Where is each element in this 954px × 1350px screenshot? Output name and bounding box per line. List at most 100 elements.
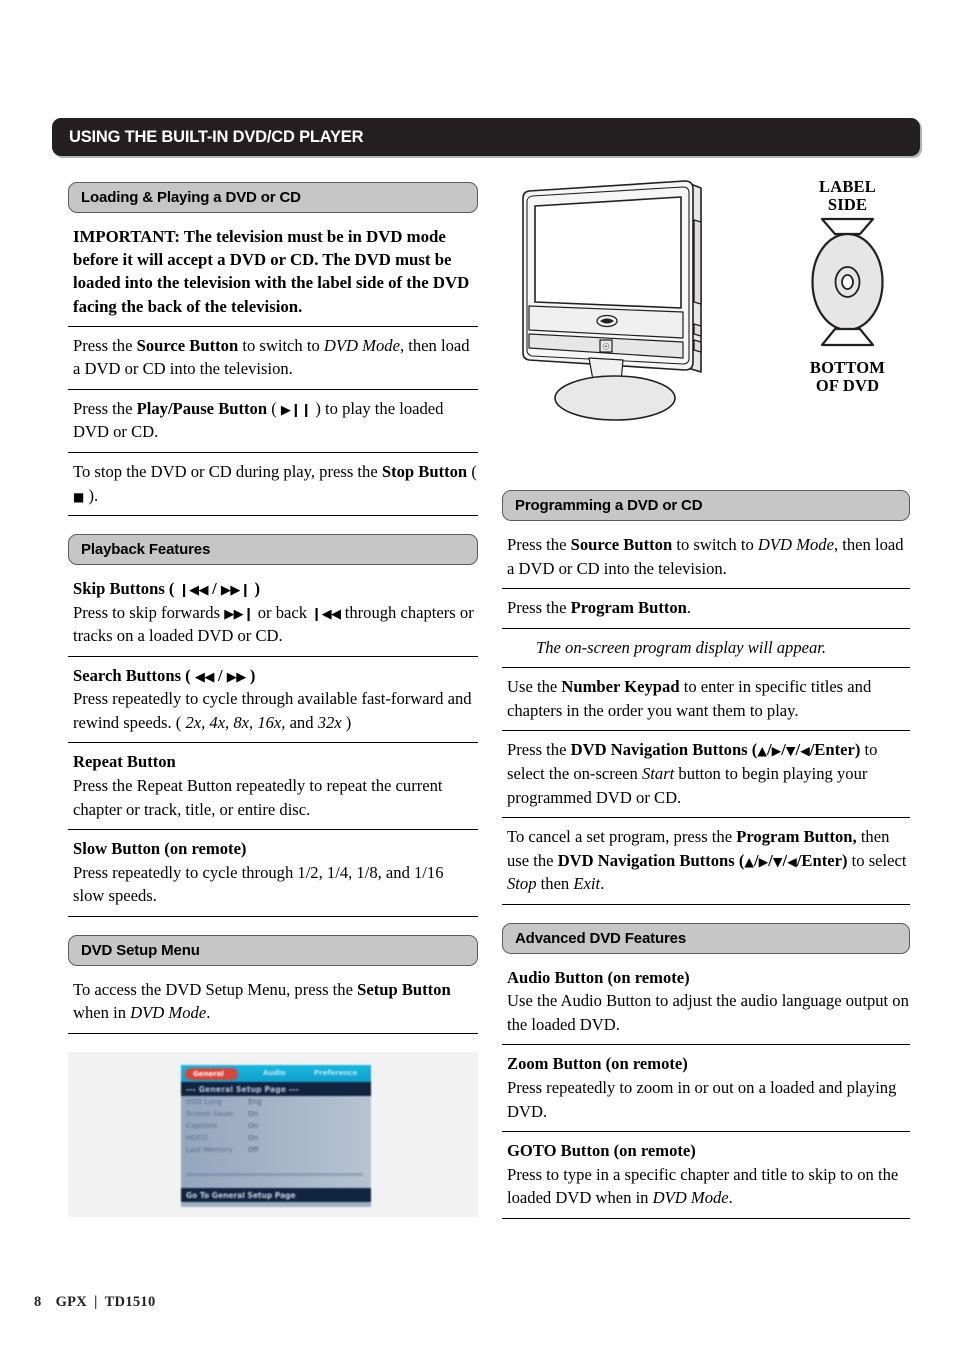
- subsection-title: Loading & Playing a DVD or CD: [81, 189, 301, 206]
- text-block-prog-nav: Press the DVD Navigation Buttons (▲/▶/▼/…: [502, 731, 910, 819]
- television-svg: ☉: [522, 180, 702, 421]
- programming-body: Press the Source Button to switch to DVD…: [502, 523, 910, 905]
- subsection-title: DVD Setup Menu: [81, 941, 200, 959]
- text-block-prog-keypad: Use the Number Keypad to enter in specif…: [502, 668, 910, 732]
- osd-row-label: Last Memory: [186, 1144, 233, 1154]
- text-block-prog-cancel: To cancel a set program, press the Progr…: [502, 818, 910, 905]
- dvd-orientation-diagram: LABEL SIDE BOTTOM OF DVD: [790, 177, 905, 408]
- text-block-stop: To stop the DVD or CD during play, press…: [68, 453, 478, 517]
- subsection-playback-features: Playback Features: [68, 534, 478, 566]
- text-block-body: To cancel a set program, press the Progr…: [507, 827, 907, 894]
- text-block-slow: Slow Button (on remote) Press repeatedly …: [68, 830, 478, 917]
- osd-menu-row[interactable]: Screen Saver On: [181, 1108, 371, 1120]
- text-block-body: Press to skip forwards ▶▶❙ or back ❙◀◀ t…: [73, 602, 474, 646]
- text-block-skip: Skip Buttons ( ❙◀◀ / ▶▶❙ ) Press to skip …: [68, 567, 478, 657]
- text-block-body: IMPORTANT: The television must be in DVD…: [73, 227, 470, 316]
- text-block-body: Press repeatedly to cycle through 1/2, 1…: [73, 862, 444, 906]
- text-block-body: Press the DVD Navigation Buttons (▲/▶/▼/…: [507, 740, 878, 807]
- dvd-label-side-caption: LABEL SIDE: [790, 177, 905, 215]
- left-column: Loading & Playing a DVD or CD IMPORTANT:…: [68, 182, 478, 1034]
- text-block-body: Press the Repeat Button repeatedly to re…: [73, 776, 443, 819]
- subsection-dvd-setup-menu: DVD Setup Menu: [68, 934, 478, 966]
- osd-screenshot: General Audio Preference --- General Set…: [181, 1065, 371, 1207]
- television-illustration: ☉: [505, 176, 795, 456]
- text-block-body: Use the Audio Button to adjust the audio…: [507, 991, 909, 1034]
- osd-tab-general[interactable]: General: [185, 1067, 238, 1080]
- osd-tab-bar: General Audio Preference: [181, 1065, 371, 1082]
- osd-page-title: --- General Setup Page ---: [181, 1082, 371, 1096]
- arrow-up-icon: [820, 327, 875, 347]
- advanced-features-body: Audio Button (on remote) Use the Audio Bu…: [502, 956, 910, 1219]
- osd-menu-row[interactable]: OSD Lang Eng: [181, 1096, 371, 1108]
- footer-separator: |: [94, 1294, 98, 1310]
- text-block-goto-btn: GOTO Button (on remote) Press to type in …: [502, 1132, 910, 1219]
- osd-tab-preference[interactable]: Preference: [314, 1069, 357, 1077]
- dvd-setup-menu-body: To access the DVD Setup Menu, press the …: [68, 968, 478, 1034]
- osd-row-value: Eng: [248, 1097, 262, 1107]
- subsection-title: Advanced DVD Features: [515, 929, 687, 947]
- text-block-heading: Skip Buttons ( ❙◀◀ / ▶▶❙ ): [73, 579, 260, 599]
- osd-footer-hint: Go To General Setup Page: [181, 1188, 371, 1202]
- svg-text:☉: ☉: [602, 343, 610, 353]
- text-block-heading: Zoom Button (on remote): [507, 1054, 688, 1074]
- arrow-down-icon: [820, 217, 875, 236]
- osd-row-label: Screen Saver: [186, 1109, 234, 1119]
- text-block-prog-display: The on-screen program display will appea…: [502, 629, 910, 669]
- dvd-disc-svg: [811, 217, 884, 347]
- footer-model: TD1510: [104, 1294, 156, 1310]
- text-block-body: Press the Source Button to switch to DVD…: [73, 335, 470, 379]
- osd-row-value: On: [248, 1120, 259, 1130]
- text-block-body: Use the Number Keypad to enter in specif…: [507, 677, 872, 720]
- osd-row-label: Captions: [186, 1120, 218, 1130]
- osd-row-value: On: [248, 1132, 259, 1142]
- tv-stand-base: [554, 375, 676, 421]
- text-block-body: Press the Program Button.: [507, 598, 692, 618]
- subsection-title: Playback Features: [81, 541, 211, 559]
- dvd-caption-line: BOTTOM: [809, 357, 886, 377]
- text-block-heading: GOTO Button (on remote): [507, 1141, 696, 1161]
- text-block-body: Press the Play/Pause Button ( ▶❙❙ ) to p…: [73, 398, 444, 442]
- text-block-heading: Search Buttons ( ◀◀ / ▶▶ ): [73, 665, 256, 685]
- text-block-setup-access: To access the DVD Setup Menu, press the …: [68, 968, 478, 1034]
- text-block-heading: Slow Button (on remote): [73, 839, 247, 859]
- dvd-setup-screenshot-panel: General Audio Preference --- General Set…: [68, 1052, 478, 1217]
- subsection-programming: Programming a DVD or CD: [502, 490, 910, 521]
- osd-menu-rows: OSD Lang Eng Screen Saver On Captions On HDCD O…: [181, 1096, 371, 1188]
- osd-menu-row[interactable]: HDCD On: [181, 1131, 371, 1143]
- footer-page-number: 8: [34, 1294, 42, 1310]
- subsection-advanced-features: Advanced DVD Features: [502, 922, 910, 954]
- text-block-body: To stop the DVD or CD during play, press…: [73, 461, 477, 505]
- osd-menu-row[interactable]: Last Memory Off: [181, 1143, 371, 1155]
- right-column: Programming a DVD or CD Press the Source…: [502, 490, 910, 1219]
- subsection-loading-playing: Loading & Playing a DVD or CD: [68, 182, 478, 213]
- osd-row-value: On: [248, 1109, 259, 1119]
- osd-menu-row[interactable]: Captions On: [181, 1120, 371, 1132]
- osd-row-label: OSD Lang: [186, 1097, 222, 1107]
- text-block-body: Press to type in a specific chapter and …: [507, 1164, 899, 1208]
- dvd-caption-line: LABEL: [819, 177, 876, 196]
- text-block-prog-source: Press the Source Button to switch to DVD…: [502, 523, 910, 590]
- osd-tab-audio[interactable]: Audio: [263, 1069, 286, 1077]
- loading-playing-body: IMPORTANT: The television must be in DVD…: [68, 215, 478, 517]
- text-block-source: Press the Source Button to switch to DVD…: [68, 327, 478, 390]
- dvd-caption-line: SIDE: [827, 195, 868, 215]
- text-block-search: Search Buttons ( ◀◀ / ▶▶ ) Press repeated…: [68, 657, 478, 744]
- page-footer: 8 GPX | TD1510: [34, 1294, 156, 1311]
- text-block-playpause: Press the Play/Pause Button ( ▶❙❙ ) to p…: [68, 390, 478, 453]
- osd-row-label: HDCD: [186, 1132, 208, 1142]
- subsection-title: Programming a DVD or CD: [515, 497, 703, 514]
- osd-divider: [186, 1173, 363, 1176]
- text-block-body: Press the Source Button to switch to DVD…: [507, 535, 904, 578]
- dvd-caption-line: OF DVD: [815, 376, 880, 396]
- page-section-title: USING THE BUILT-IN DVD/CD PLAYER: [69, 127, 364, 146]
- playback-features-body: Skip Buttons ( ❙◀◀ / ▶▶❙ ) Press to skip …: [68, 567, 478, 917]
- dvd-bottom-caption: BOTTOM OF DVD: [790, 357, 905, 396]
- text-block-prog-button: Press the Program Button.: [502, 589, 910, 629]
- text-block-zoom-btn: Zoom Button (on remote) Press repeatedly …: [502, 1045, 910, 1133]
- footer-brand: GPX: [55, 1294, 88, 1310]
- text-block-body: Press repeatedly to zoom in or out on a …: [507, 1078, 897, 1121]
- text-block-body: To access the DVD Setup Menu, press the …: [73, 979, 451, 1023]
- text-block-repeat: Repeat Button Press the Repeat Button rep…: [68, 743, 478, 831]
